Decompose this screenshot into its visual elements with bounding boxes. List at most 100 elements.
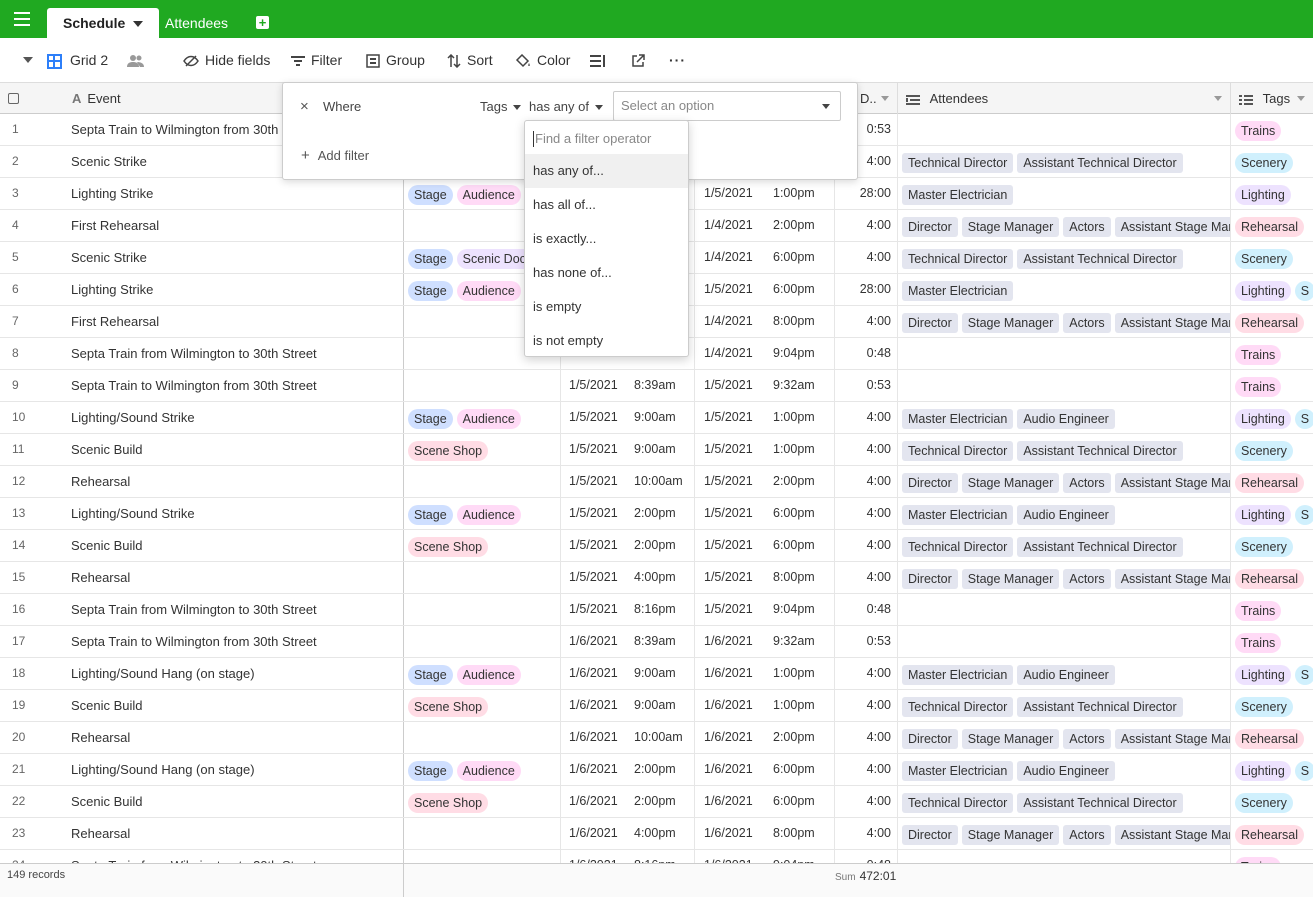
location-cell[interactable]: Scene Shop bbox=[404, 690, 561, 721]
end-time-cell[interactable]: 8:00pm bbox=[767, 818, 835, 849]
event-cell[interactable]: Lighting Strike bbox=[64, 274, 404, 305]
event-cell[interactable]: Septa Train from Wilmington to 30th Stre… bbox=[64, 338, 404, 369]
end-time-cell[interactable]: 9:04pm bbox=[767, 850, 835, 863]
attendees-cell[interactable]: Technical Director Assistant Technical Di… bbox=[898, 242, 1231, 273]
end-time-cell[interactable]: 9:32am bbox=[767, 370, 835, 401]
duration-cell[interactable]: 4:00 bbox=[835, 306, 898, 337]
start-time-cell[interactable]: 4:00pm bbox=[628, 818, 695, 849]
end-time-cell[interactable]: 6:00pm bbox=[767, 530, 835, 561]
end-time-cell[interactable]: 1:00pm bbox=[767, 690, 835, 721]
duration-cell[interactable]: 28:00 bbox=[835, 274, 898, 305]
operator-search-input[interactable]: Find a filter operator bbox=[533, 131, 651, 147]
tags-cell[interactable]: Scenery bbox=[1231, 434, 1313, 465]
filter-button[interactable]: Filter bbox=[291, 38, 342, 83]
duration-cell[interactable]: 0:53 bbox=[835, 626, 898, 657]
operator-option[interactable]: is not empty bbox=[525, 324, 688, 358]
share-view-icon[interactable] bbox=[631, 38, 645, 83]
event-cell[interactable]: Rehearsal bbox=[64, 818, 404, 849]
end-date-cell[interactable]: 1/4/2021 bbox=[695, 210, 767, 241]
end-time-cell[interactable]: 1:00pm bbox=[767, 434, 835, 465]
operator-option[interactable]: is exactly... bbox=[525, 222, 688, 256]
location-cell[interactable]: Scene Shop bbox=[404, 434, 561, 465]
duration-cell[interactable]: 4:00 bbox=[835, 658, 898, 689]
duration-cell[interactable]: 0:53 bbox=[835, 370, 898, 401]
start-time-cell[interactable]: 2:00pm bbox=[628, 786, 695, 817]
attendees-cell[interactable]: Director Stage Manager Actors Assistant Sta… bbox=[898, 562, 1231, 593]
event-cell[interactable]: Septa Train from Wilmington to 30th Stre… bbox=[64, 850, 404, 863]
event-cell[interactable]: First Rehearsal bbox=[64, 210, 404, 241]
filter-value-select[interactable]: Select an option bbox=[613, 91, 841, 121]
start-date-cell[interactable]: 1/6/2021 bbox=[561, 626, 628, 657]
location-cell[interactable]: Stage Audience bbox=[404, 754, 561, 785]
tags-cell[interactable]: Lighting S bbox=[1231, 754, 1313, 785]
tags-cell[interactable]: Rehearsal bbox=[1231, 562, 1313, 593]
duration-cell[interactable]: 0:48 bbox=[835, 850, 898, 863]
tags-cell[interactable]: Lighting S bbox=[1231, 402, 1313, 433]
table-row[interactable]: 18 Lighting/Sound Hang (on stage) Stage Aud… bbox=[0, 658, 1313, 690]
end-date-cell[interactable]: 1/5/2021 bbox=[695, 562, 767, 593]
end-date-cell[interactable]: 1/5/2021 bbox=[695, 274, 767, 305]
event-cell[interactable]: Septa Train from Wilmington to 30th Stre… bbox=[64, 594, 404, 625]
operator-option[interactable]: has all of... bbox=[525, 188, 688, 222]
add-table-icon[interactable]: + bbox=[256, 16, 269, 29]
end-date-cell[interactable]: 1/6/2021 bbox=[695, 786, 767, 817]
add-filter-button[interactable]: + Add filter bbox=[301, 147, 369, 164]
table-row[interactable]: 21 Lighting/Sound Hang (on stage) Stage Aud… bbox=[0, 754, 1313, 786]
table-row[interactable]: 17 Septa Train to Wilmington from 30th St… bbox=[0, 626, 1313, 658]
chevron-down-icon[interactable] bbox=[881, 96, 889, 101]
start-date-cell[interactable]: 1/5/2021 bbox=[561, 594, 628, 625]
table-row[interactable]: 23 Rehearsal 1/6/2021 4:00pm 1/6/2021 8:00pm 4… bbox=[0, 818, 1313, 850]
end-date-cell[interactable]: 1/6/2021 bbox=[695, 690, 767, 721]
event-cell[interactable]: Septa Train to Wilmington from 30th Stre… bbox=[64, 370, 404, 401]
attendees-cell[interactable]: Technical Director Assistant Technical Di… bbox=[898, 786, 1231, 817]
attendees-cell[interactable] bbox=[898, 338, 1231, 369]
location-cell[interactable]: Stage Audience bbox=[404, 402, 561, 433]
start-date-cell[interactable]: 1/5/2021 bbox=[561, 402, 628, 433]
event-cell[interactable]: Lighting/Sound Hang (on stage) bbox=[64, 658, 404, 689]
location-cell[interactable] bbox=[404, 562, 561, 593]
filter-operator-select[interactable]: has any of bbox=[529, 99, 603, 114]
start-time-cell[interactable]: 9:00am bbox=[628, 402, 695, 433]
tags-cell[interactable]: Lighting bbox=[1231, 178, 1313, 209]
event-cell[interactable]: Lighting Strike bbox=[64, 178, 404, 209]
location-cell[interactable] bbox=[404, 722, 561, 753]
event-cell[interactable]: Scenic Build bbox=[64, 786, 404, 817]
duration-cell[interactable]: 4:00 bbox=[835, 754, 898, 785]
end-time-cell[interactable]: 9:04pm bbox=[767, 338, 835, 369]
table-row[interactable]: 19 Scenic Build Scene Shop 1/6/2021 9:00am 1/… bbox=[0, 690, 1313, 722]
operator-option[interactable]: is empty bbox=[525, 290, 688, 324]
tags-cell[interactable]: Trains bbox=[1231, 338, 1313, 369]
end-date-cell[interactable]: 1/5/2021 bbox=[695, 370, 767, 401]
attendees-cell[interactable]: Technical Director Assistant Technical Di… bbox=[898, 530, 1231, 561]
tags-cell[interactable]: Rehearsal bbox=[1231, 306, 1313, 337]
duration-cell[interactable]: 4:00 bbox=[835, 498, 898, 529]
end-time-cell[interactable]: 6:00pm bbox=[767, 786, 835, 817]
tags-cell[interactable]: Scenery bbox=[1231, 786, 1313, 817]
start-date-cell[interactable]: 1/6/2021 bbox=[561, 690, 628, 721]
tags-cell[interactable]: Rehearsal bbox=[1231, 466, 1313, 497]
end-date-cell[interactable]: 1/5/2021 bbox=[695, 498, 767, 529]
duration-summary[interactable]: Sum 472:01 bbox=[835, 869, 896, 883]
attendees-cell[interactable]: Technical Director Assistant Technical Di… bbox=[898, 690, 1231, 721]
tags-cell[interactable]: Rehearsal bbox=[1231, 210, 1313, 241]
end-date-cell[interactable]: 1/6/2021 bbox=[695, 658, 767, 689]
duration-cell[interactable]: 4:00 bbox=[835, 434, 898, 465]
table-row[interactable]: 10 Lighting/Sound Strike Stage Audience 1/5/… bbox=[0, 402, 1313, 434]
end-time-cell[interactable]: 1:00pm bbox=[767, 658, 835, 689]
event-cell[interactable]: Rehearsal bbox=[64, 466, 404, 497]
sort-button[interactable]: Sort bbox=[447, 38, 493, 83]
end-time-cell[interactable]: 2:00pm bbox=[767, 466, 835, 497]
attendees-cell[interactable]: Director Stage Manager Actors Assistant Sta… bbox=[898, 466, 1231, 497]
event-cell[interactable]: Lighting/Sound Strike bbox=[64, 402, 404, 433]
end-date-cell[interactable]: 1/6/2021 bbox=[695, 754, 767, 785]
duration-cell[interactable]: 4:00 bbox=[835, 402, 898, 433]
end-date-cell[interactable]: 1/6/2021 bbox=[695, 818, 767, 849]
event-cell[interactable]: First Rehearsal bbox=[64, 306, 404, 337]
start-date-cell[interactable]: 1/6/2021 bbox=[561, 818, 628, 849]
chevron-down-icon[interactable] bbox=[1297, 96, 1305, 101]
hide-fields-button[interactable]: Hide fields bbox=[183, 38, 270, 83]
tags-cell[interactable]: Lighting S bbox=[1231, 274, 1313, 305]
location-cell[interactable] bbox=[404, 594, 561, 625]
table-row[interactable]: 15 Rehearsal 1/5/2021 4:00pm 1/5/2021 8:00pm 4… bbox=[0, 562, 1313, 594]
event-cell[interactable]: Scenic Strike bbox=[64, 242, 404, 273]
